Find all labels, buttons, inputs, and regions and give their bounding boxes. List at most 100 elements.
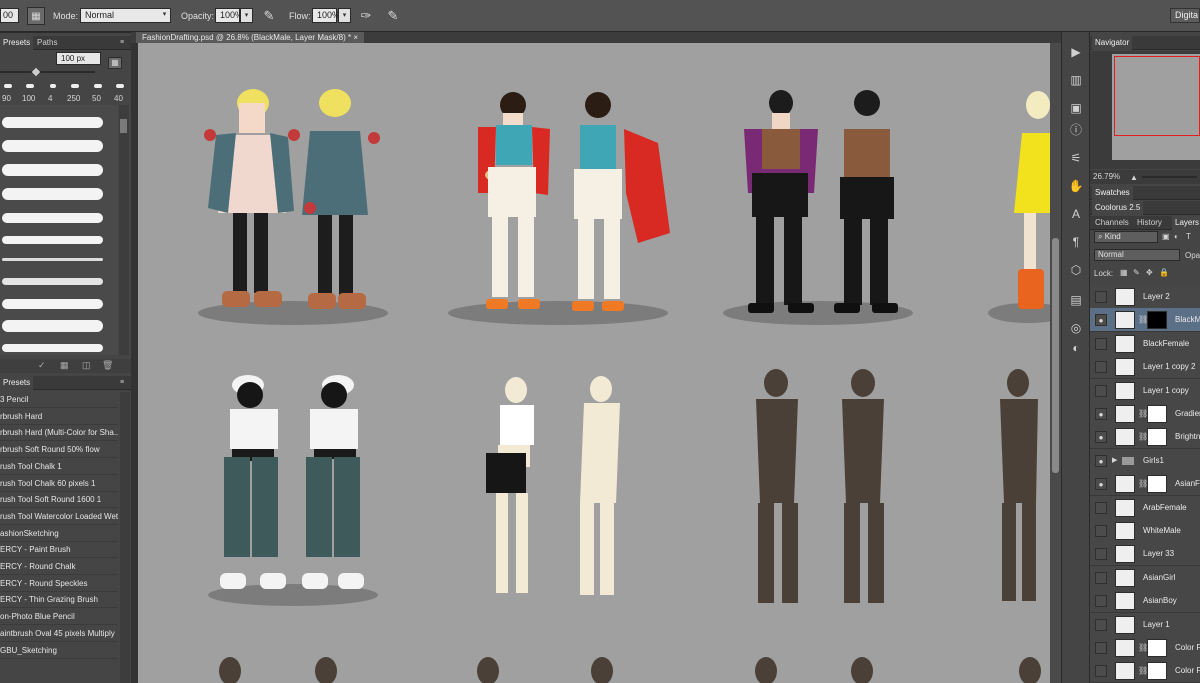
- eye-icon[interactable]: [1095, 571, 1107, 584]
- brush-stroke-preview[interactable]: [0, 339, 106, 359]
- brush-stroke-preview[interactable]: [0, 295, 106, 315]
- layer-row[interactable]: AsianGirl: [1090, 565, 1200, 590]
- scrollbar-thumb[interactable]: [1052, 238, 1059, 473]
- layer-row[interactable]: Layer 1 copy: [1090, 378, 1200, 403]
- flow-field[interactable]: 100%: [312, 8, 340, 23]
- brush-stroke-preview[interactable]: [0, 231, 106, 251]
- zoom-out-icon[interactable]: ▲: [1130, 173, 1138, 182]
- opacity-field[interactable]: 100%: [215, 8, 243, 23]
- brush-stroke-preview[interactable]: [0, 185, 106, 205]
- tool-preset-item[interactable]: rbrush Hard (Multi-Color for Sha...: [0, 425, 118, 442]
- tab-brush-presets[interactable]: Presets: [0, 36, 34, 50]
- layer-row[interactable]: Layer 1: [1090, 612, 1200, 637]
- document-tab[interactable]: FashionDrafting.psd @ 26.8% (BlackMale, …: [136, 32, 365, 43]
- tab-navigator[interactable]: Navigator: [1092, 36, 1133, 50]
- layer-row[interactable]: ● ⛓ Brightn: [1090, 425, 1200, 450]
- play-action-icon[interactable]: ▶: [1066, 42, 1086, 62]
- toggle-brush-icon[interactable]: ✓: [38, 360, 46, 371]
- layer-row[interactable]: Layer 2: [1090, 285, 1200, 309]
- layer-row[interactable]: ArabFemale: [1090, 495, 1200, 520]
- tool-preset-item[interactable]: on-Photo Blue Pencil: [0, 609, 118, 626]
- filter-type-icon[interactable]: T: [1186, 232, 1191, 241]
- layer-row[interactable]: ● ▶ Girls1: [1090, 448, 1200, 473]
- character-icon[interactable]: A: [1066, 204, 1086, 224]
- eye-icon[interactable]: [1095, 291, 1107, 303]
- layer-mask-thumbnail[interactable]: [1147, 428, 1167, 447]
- layer-row[interactable]: ⛓ Color F: [1090, 636, 1200, 660]
- eye-icon[interactable]: ●: [1095, 408, 1107, 420]
- close-icon[interactable]: ×: [353, 33, 358, 42]
- brush-tip-icon[interactable]: [71, 84, 79, 88]
- blend-mode-select[interactable]: Normal: [1094, 249, 1180, 261]
- eye-icon[interactable]: ●: [1095, 478, 1107, 491]
- brush-panel-icon[interactable]: ▦: [60, 360, 69, 371]
- panel-menu-icon[interactable]: ≡: [117, 36, 127, 50]
- new-preset-icon[interactable]: ▦: [108, 57, 122, 69]
- panel-menu-icon[interactable]: ≡: [117, 376, 127, 390]
- filter-pixel-icon[interactable]: ▣: [1162, 232, 1170, 241]
- opacity-dropdown-button[interactable]: ▾: [240, 8, 253, 23]
- eye-icon[interactable]: ●: [1095, 431, 1107, 444]
- tool-preset-item[interactable]: GBU_Sketching: [0, 643, 118, 659]
- properties-icon[interactable]: ◎: [1066, 318, 1086, 338]
- brush-tip-icon[interactable]: [26, 84, 34, 88]
- workspace-switcher[interactable]: Digita: [1170, 8, 1200, 23]
- layer-filter-select[interactable]: ⌕ Kind: [1094, 231, 1158, 243]
- tool-preset-item[interactable]: rush Tool Watercolor Loaded Wet...: [0, 509, 118, 525]
- expand-group-icon[interactable]: ▶: [1112, 456, 1117, 464]
- info-icon[interactable]: ⓘ: [1066, 120, 1086, 140]
- eye-icon[interactable]: [1095, 337, 1107, 350]
- eye-icon[interactable]: [1095, 595, 1107, 608]
- brush-stroke-preview[interactable]: [0, 209, 106, 229]
- eye-icon[interactable]: [1095, 548, 1107, 561]
- eye-icon[interactable]: [1095, 501, 1107, 514]
- new-brush-icon[interactable]: ◫: [82, 360, 91, 371]
- tool-preset-item[interactable]: rbrush Soft Round 50% flow: [0, 442, 118, 459]
- eye-icon[interactable]: [1095, 665, 1107, 678]
- layer-row[interactable]: ●⛓Gradien: [1090, 402, 1200, 426]
- layer-row[interactable]: WhiteMale: [1090, 519, 1200, 543]
- eye-icon[interactable]: [1095, 618, 1107, 631]
- tab-swatches[interactable]: Swatches: [1092, 186, 1133, 200]
- timeline-icon[interactable]: ▤: [1066, 290, 1086, 310]
- eye-icon[interactable]: ●: [1095, 314, 1107, 327]
- document-canvas[interactable]: [138, 43, 1050, 683]
- pressure-opacity-icon[interactable]: ✎: [260, 7, 278, 25]
- brush-tip-icon[interactable]: [116, 84, 124, 88]
- tool-preset-item[interactable]: rush Tool Chalk 1: [0, 459, 118, 475]
- navigator-zoom-value[interactable]: 26.79%: [1093, 172, 1120, 181]
- tab-channels[interactable]: Channels: [1092, 216, 1132, 230]
- lock-transparency-icon[interactable]: ▦: [1120, 268, 1128, 277]
- layer-mask-thumbnail[interactable]: [1147, 639, 1167, 657]
- eye-icon[interactable]: [1095, 361, 1107, 374]
- brush-size-input[interactable]: 100 px: [56, 52, 101, 65]
- tab-paths[interactable]: Paths: [34, 36, 60, 50]
- eye-icon[interactable]: ●: [1095, 454, 1107, 467]
- size-slider[interactable]: [0, 71, 95, 73]
- histogram-icon[interactable]: ▥: [1066, 70, 1086, 90]
- tab-coolorus[interactable]: Coolorus 2.5: [1092, 201, 1144, 215]
- scrollbar-thumb[interactable]: [120, 119, 127, 133]
- adjustments-icon[interactable]: ◐: [1066, 338, 1086, 358]
- tool-preset-item[interactable]: rush Tool Soft Round 1600 1: [0, 492, 118, 509]
- layer-row[interactable]: ⛓ Color F: [1090, 659, 1200, 683]
- flow-dropdown-button[interactable]: ▾: [338, 8, 351, 23]
- brush-size-field[interactable]: 00: [0, 8, 19, 23]
- lock-all-icon[interactable]: 🔒: [1159, 268, 1169, 277]
- layer-row[interactable]: ●⛓AsianFe: [1090, 472, 1200, 497]
- navigator-view-box[interactable]: [1114, 56, 1200, 136]
- tab-history[interactable]: History: [1134, 216, 1165, 230]
- navigator-preview[interactable]: [1090, 51, 1200, 169]
- layer-mask-thumbnail[interactable]: [1147, 662, 1167, 681]
- tool-preset-item[interactable]: 3 Pencil: [0, 392, 118, 408]
- eye-icon[interactable]: [1095, 642, 1107, 654]
- tab-layers[interactable]: Layers: [1172, 216, 1200, 230]
- brush-stroke-preview[interactable]: [0, 251, 106, 271]
- zoom-slider[interactable]: [1142, 176, 1197, 178]
- layer-mask-thumbnail[interactable]: [1147, 311, 1167, 330]
- brush-panel-toggle-icon[interactable]: ▦: [27, 7, 45, 25]
- brush-list-scrollbar[interactable]: [119, 105, 129, 355]
- eye-icon[interactable]: [1095, 384, 1107, 397]
- brush-stroke-preview[interactable]: [0, 273, 106, 293]
- brush-tip-icon[interactable]: [50, 84, 56, 88]
